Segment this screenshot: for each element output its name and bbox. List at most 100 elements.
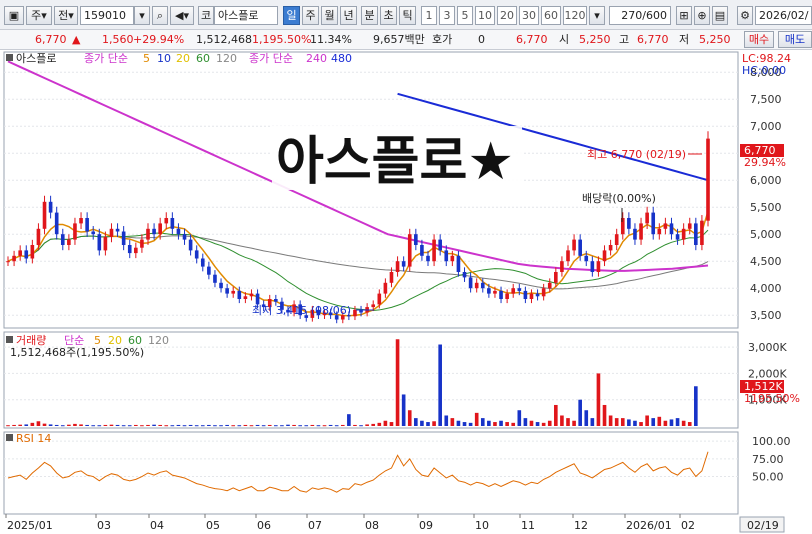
volume-bar: [328, 424, 333, 426]
minute-option-120[interactable]: 120: [563, 6, 587, 25]
bid-price: 6,770: [516, 33, 548, 46]
high-annotation: 최고 6,770 (02/19): [587, 148, 686, 161]
price-tick-label: 7,500: [750, 93, 782, 106]
volume-bar: [292, 424, 296, 426]
gear-icon[interactable]: ⚙: [737, 6, 753, 25]
volume-bar: [188, 424, 193, 426]
candle-body: [547, 282, 552, 289]
stock-chart[interactable]: 8,0007,5007,0006,5006,0005,5005,0004,500…: [0, 50, 812, 534]
speaker-icon[interactable]: ◀▾: [170, 6, 194, 25]
period-tab-minute[interactable]: 분: [361, 6, 378, 25]
candle-body: [237, 290, 242, 299]
volume-bar: [267, 424, 272, 426]
period-tab-tick[interactable]: 틱: [399, 6, 416, 25]
candle-body: [243, 296, 248, 299]
candle-body: [6, 261, 10, 263]
candle-body: [395, 261, 400, 272]
period-tab-week[interactable]: 주: [302, 6, 319, 25]
minute-option-5[interactable]: 5: [457, 6, 473, 25]
candle-body: [194, 250, 199, 259]
rsi-tick-label: 75.00: [752, 453, 784, 466]
volume-bar: [608, 415, 613, 426]
x-tick-label: 04: [150, 519, 164, 532]
candle-body: [480, 282, 485, 289]
volume-bar: [480, 418, 485, 426]
volume-bar: [371, 423, 376, 426]
volume-bar: [54, 424, 59, 426]
minute-option-10[interactable]: 10: [475, 6, 495, 25]
search-icon[interactable]: ⌕: [152, 6, 168, 25]
candle-body: [462, 272, 467, 278]
volume-bar: [657, 416, 662, 426]
volume-bar: [584, 410, 589, 426]
candle-body: [669, 223, 674, 235]
save-icon[interactable]: ▤: [712, 6, 728, 25]
candle-body: [554, 272, 558, 283]
volume-tick-label: 3,000K: [748, 341, 787, 354]
sell-button[interactable]: 매도: [778, 31, 812, 48]
candle-body: [164, 218, 169, 224]
price-tick-label: 7,000: [750, 120, 782, 133]
chevron-down-icon[interactable]: ▾: [134, 6, 150, 25]
candle-body: [274, 299, 278, 302]
volume-bar: [261, 425, 266, 427]
volume-bar: [547, 420, 552, 426]
price-tick-label: 5,000: [750, 228, 782, 241]
grid-icon[interactable]: ⊞: [676, 6, 692, 25]
candle-body: [97, 234, 102, 251]
period-tab-second[interactable]: 초: [380, 6, 397, 25]
price-tick-label: 4,500: [750, 255, 782, 268]
volume-bar: [529, 420, 534, 426]
candle-body: [121, 231, 126, 245]
volume-bar: [468, 422, 473, 426]
candle-body: [505, 293, 509, 299]
candle-body: [681, 228, 686, 240]
minute-more-icon[interactable]: ▾: [589, 6, 605, 25]
candle-body: [493, 290, 497, 294]
volume-bar: [243, 424, 248, 426]
buy-button[interactable]: 매수: [744, 31, 774, 48]
candle-body: [60, 234, 65, 245]
period-tab-month[interactable]: 월: [321, 6, 338, 25]
date-field[interactable]: 2026/02/: [755, 6, 812, 25]
volume-bar: [115, 424, 120, 426]
volume-bar: [207, 424, 211, 426]
watermark-title: 아스플로★: [276, 132, 514, 192]
minute-option-1[interactable]: 1: [421, 6, 437, 25]
bar-count-field[interactable]: 270/600: [609, 6, 671, 25]
rsi-legend: RSI 14: [16, 432, 51, 445]
minute-option-3[interactable]: 3: [439, 6, 455, 25]
volume-bar: [414, 418, 418, 426]
quote-bar: 6,770 ▲ 1,560 +29.94% 1,512,468 1,195.50…: [0, 30, 812, 50]
zoom-icon[interactable]: ⊕: [694, 6, 710, 25]
candle-body: [249, 293, 254, 297]
candle-body: [572, 239, 576, 251]
x-tick-label: 11: [521, 519, 535, 532]
candle-body: [614, 234, 619, 245]
volume-bar: [73, 423, 77, 426]
x-tick-label: 12: [574, 519, 588, 532]
minute-option-30[interactable]: 30: [519, 6, 539, 25]
price-tick-label: 6,000: [750, 174, 782, 187]
minute-option-20[interactable]: 20: [497, 6, 517, 25]
period-tab-year[interactable]: 년: [340, 6, 357, 25]
x-tick-label: 10: [475, 519, 489, 532]
volume-bar: [395, 339, 400, 426]
mode-select[interactable]: 전▾: [54, 6, 78, 25]
legend-ma20: 20: [176, 52, 190, 65]
volume-bar: [225, 424, 229, 426]
current-price: 6,770: [35, 33, 67, 46]
layout-icon[interactable]: ▣: [4, 6, 24, 25]
candle-body: [529, 293, 534, 299]
period-tab-day[interactable]: 일: [283, 6, 300, 25]
stock-name-field[interactable]: 아스플로: [214, 6, 278, 25]
high-label: 고: [619, 33, 630, 46]
open-price: 5,250: [579, 33, 611, 46]
code-input[interactable]: 159010: [80, 6, 134, 25]
candle-body: [146, 228, 150, 240]
candle-body: [694, 223, 698, 245]
hc-label: HC:0.00: [742, 64, 786, 77]
volume-bar: [620, 418, 625, 426]
minute-option-60[interactable]: 60: [541, 6, 561, 25]
market-select[interactable]: 주▾: [26, 6, 52, 25]
